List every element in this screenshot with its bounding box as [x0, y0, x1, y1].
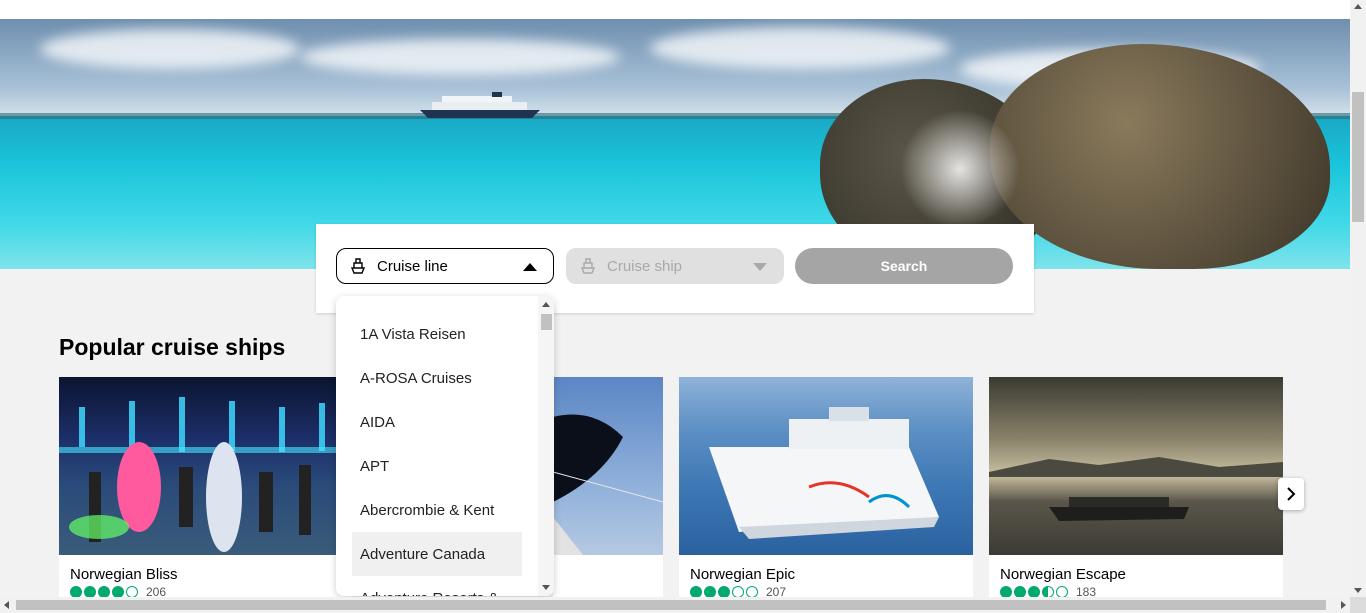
ship-icon	[349, 257, 367, 275]
scroll-left-icon[interactable]	[4, 601, 9, 609]
ship-card[interactable]: Norwegian Bliss 206	[59, 377, 353, 607]
scroll-thumb[interactable]	[541, 314, 552, 330]
page-vertical-scrollbar[interactable]	[1350, 0, 1366, 597]
dropdown-option[interactable]: A-ROSA Cruises	[352, 356, 522, 400]
dropdown-option[interactable]: 1A Vista Reisen	[352, 312, 522, 356]
ship-name[interactable]: Norwegian Bliss	[70, 566, 178, 583]
ship-photo	[59, 377, 353, 555]
scroll-thumb[interactable]	[16, 600, 1326, 610]
cruise-line-label: Cruise line	[377, 257, 448, 275]
ship-card[interactable]: Norwegian Escape 183	[989, 377, 1283, 607]
section-title: Popular cruise ships	[59, 334, 286, 360]
dropdown-option[interactable]: APT	[352, 444, 522, 488]
dropdown-option[interactable]: AIDA	[352, 400, 522, 444]
scroll-up-icon[interactable]	[1354, 4, 1362, 9]
scroll-down-icon[interactable]	[542, 585, 550, 590]
cruise-ship-select[interactable]: Cruise ship	[566, 248, 784, 284]
ship-icon	[579, 257, 597, 275]
scrollbar-corner	[1350, 597, 1366, 613]
scroll-right-icon[interactable]	[1341, 601, 1346, 609]
dropdown-scrollbar[interactable]	[538, 296, 554, 596]
top-bar	[0, 0, 1350, 19]
ship-card[interactable]: Norwegian Epic 207	[679, 377, 973, 607]
caret-down-icon	[753, 263, 767, 271]
page-horizontal-scrollbar[interactable]	[0, 597, 1350, 613]
scroll-thumb[interactable]	[1352, 92, 1364, 222]
cruise-line-options: 1A Vista Reisen A-ROSA Cruises AIDA APT …	[352, 312, 522, 596]
ship-photo	[553, 377, 663, 555]
search-button[interactable]: Search	[795, 248, 1013, 284]
ship-photo	[989, 377, 1283, 555]
ship-name[interactable]: Norwegian Epic	[690, 566, 795, 583]
cruise-line-select[interactable]: Cruise line	[336, 248, 554, 284]
ship-name[interactable]: Norwegian Escape	[1000, 566, 1126, 583]
ship-photo	[679, 377, 973, 555]
dropdown-option[interactable]: Abercrombie & Kent	[352, 488, 522, 532]
ship-card[interactable]	[553, 377, 663, 607]
dropdown-option[interactable]: Adventure Resorts &	[352, 576, 522, 597]
caret-up-icon	[523, 263, 537, 271]
scroll-down-icon[interactable]	[1354, 588, 1362, 593]
chevron-right-icon	[1287, 487, 1296, 501]
scroll-up-icon[interactable]	[542, 302, 550, 307]
carousel-next-button[interactable]	[1278, 478, 1304, 510]
cruise-ship-label: Cruise ship	[607, 257, 683, 275]
cruise-line-dropdown[interactable]: 1A Vista Reisen A-ROSA Cruises AIDA APT …	[336, 296, 554, 596]
dropdown-option-highlighted[interactable]: Adventure Canada	[352, 532, 522, 576]
